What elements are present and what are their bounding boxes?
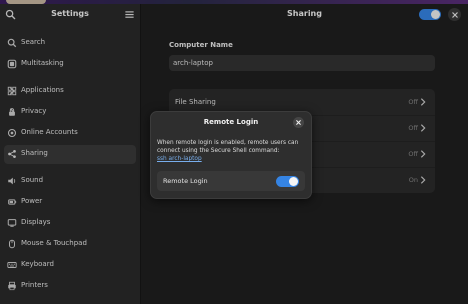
- sidebar-item-label: Displays: [21, 218, 51, 226]
- sidebar-item-label: Multitasking: [21, 59, 64, 67]
- close-icon: [451, 11, 458, 18]
- online-accounts-icon: [7, 128, 18, 139]
- chevron-right-icon: [418, 123, 429, 134]
- header-bar: Sharing: [141, 4, 468, 26]
- mouse-icon: [7, 239, 18, 250]
- sidebar-item-label: Sharing: [21, 149, 48, 157]
- dialog-title: Remote Login: [203, 118, 259, 126]
- sidebar-item-label: Sound: [21, 176, 44, 184]
- sidebar-item-label: Online Accounts: [21, 128, 78, 136]
- remote-login-toggle[interactable]: [276, 176, 299, 187]
- sidebar-item-mouse-touchpad[interactable]: Mouse & Touchpad: [4, 235, 136, 254]
- remote-login-row[interactable]: Remote Login: [157, 171, 305, 191]
- sidebar-item-label: Mouse & Touchpad: [21, 239, 87, 247]
- sidebar-item-privacy[interactable]: Privacy: [4, 103, 136, 122]
- computer-name-input[interactable]: [173, 57, 423, 69]
- close-icon: [296, 120, 301, 125]
- remote-login-label: Remote Login: [163, 177, 208, 185]
- ssh-command-link[interactable]: ssh arch-laptop: [157, 156, 202, 162]
- sidebar-item-applications[interactable]: Applications: [4, 82, 136, 101]
- computer-name-label: Computer Name: [169, 41, 233, 49]
- hamburger-menu-icon[interactable]: [124, 9, 135, 20]
- sidebar-item-power[interactable]: Power: [4, 193, 136, 212]
- sharing-master-toggle[interactable]: [419, 9, 441, 20]
- chevron-right-icon: [418, 97, 429, 108]
- sidebar-item-search[interactable]: Search: [4, 34, 136, 53]
- search-icon: [7, 38, 18, 49]
- close-window-button[interactable]: [448, 8, 461, 21]
- keyboard-icon: [7, 260, 18, 271]
- displays-icon: [7, 218, 18, 229]
- toggle-knob: [289, 177, 298, 186]
- sharing-icon: [7, 149, 18, 160]
- sidebar-item-label: Applications: [21, 86, 64, 94]
- sidebar-item-label: Power: [21, 197, 43, 205]
- toggle-knob: [431, 10, 440, 19]
- dialog-description: When remote login is enabled, remote use…: [157, 140, 299, 154]
- remote-login-dialog: Remote Login When remote login is enable…: [150, 111, 312, 199]
- chevron-right-icon: [7, 86, 18, 97]
- row-status: Off: [408, 150, 418, 158]
- row-label: File Sharing: [175, 98, 216, 106]
- row-status: Off: [408, 98, 418, 106]
- sidebar-header: Settings: [0, 4, 140, 26]
- multitasking-icon: [7, 59, 18, 70]
- sidebar-item-label: Privacy: [21, 107, 47, 115]
- sidebar-item-multitasking[interactable]: Multitasking: [4, 55, 136, 74]
- printer-icon: [7, 281, 18, 292]
- chevron-right-icon: [7, 107, 18, 118]
- row-status: On: [408, 176, 418, 184]
- sidebar-item-sharing[interactable]: Sharing: [4, 145, 136, 164]
- sidebar-item-displays[interactable]: Displays: [4, 214, 136, 233]
- sidebar: Settings Search Multitasking Application…: [0, 4, 141, 304]
- chevron-right-icon: [418, 175, 429, 186]
- chevron-right-icon: [418, 149, 429, 160]
- sound-icon: [7, 176, 18, 187]
- dialog-close-button[interactable]: [293, 117, 304, 128]
- sidebar-item-label: Printers: [21, 281, 48, 289]
- row-status: Off: [408, 124, 418, 132]
- sidebar-item-label: Keyboard: [21, 260, 54, 268]
- computer-name-field[interactable]: [169, 55, 435, 71]
- sidebar-item-printers[interactable]: Printers: [4, 277, 136, 296]
- power-icon: [7, 197, 18, 208]
- sidebar-item-label: Search: [21, 38, 46, 46]
- sidebar-item-keyboard[interactable]: Keyboard: [4, 256, 136, 275]
- sidebar-item-sound[interactable]: Sound: [4, 172, 136, 191]
- sidebar-item-online-accounts[interactable]: Online Accounts: [4, 124, 136, 143]
- sidebar-title: Settings: [51, 9, 89, 18]
